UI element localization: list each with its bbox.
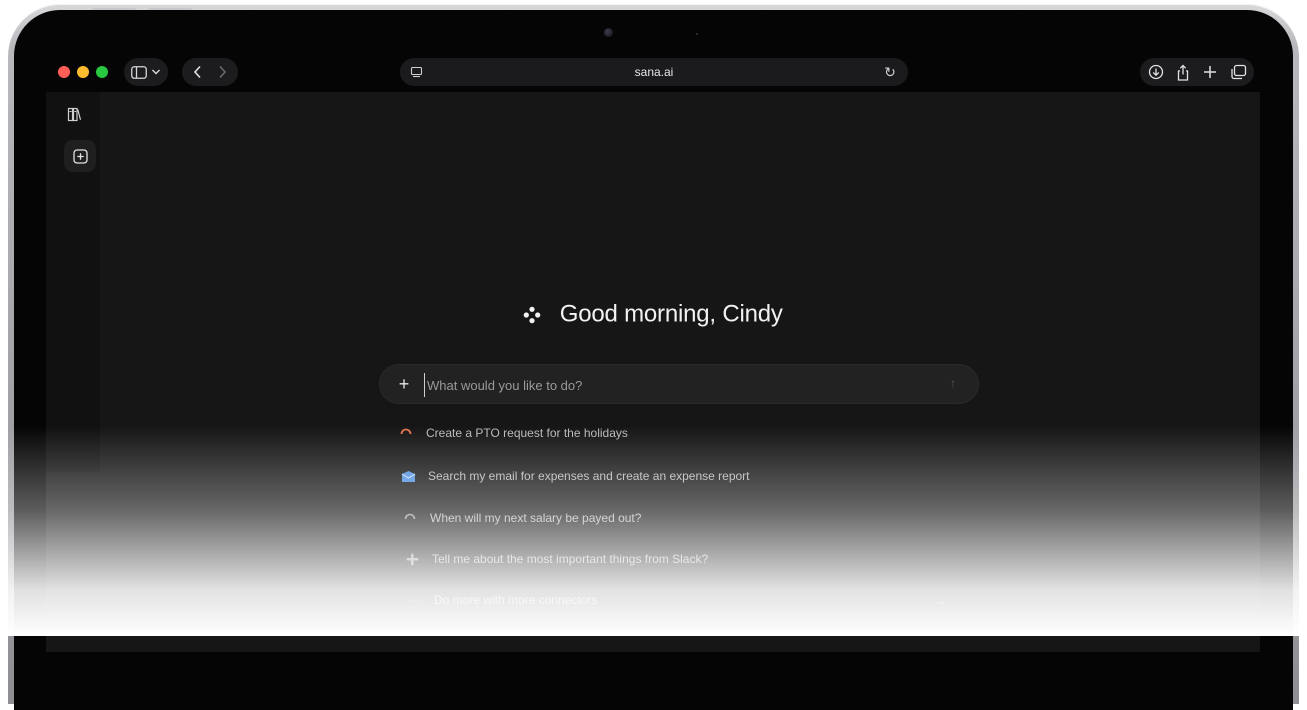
share-icon[interactable] — [1174, 64, 1192, 82]
send-arrow-icon[interactable]: ↑ — [946, 376, 960, 390]
suggestion-item[interactable]: Create a PTO request for the holidays — [398, 422, 628, 444]
suggestion-item[interactable]: Tell me about the most important things … — [404, 548, 708, 570]
slack-icon — [404, 551, 420, 567]
browser-toolbar: sana.ai ↻ — [46, 52, 1260, 92]
minimize-window-button[interactable] — [77, 66, 89, 78]
navigation-buttons — [182, 58, 238, 86]
zoom-window-button[interactable] — [96, 66, 108, 78]
sidebar-toggle-button[interactable] — [124, 58, 168, 86]
arrow-right-icon[interactable]: → — [934, 589, 947, 611]
back-arrow-icon[interactable] — [192, 65, 204, 79]
add-attachment-icon[interactable]: + — [396, 374, 412, 394]
sana-logo-icon — [523, 306, 541, 323]
page-viewport: Good morning, Cindy + ↑ Create a PTO req… — [46, 92, 1260, 652]
reload-icon[interactable]: ↻ — [882, 64, 898, 80]
download-icon[interactable] — [1147, 64, 1165, 82]
sidebar-toggle-icon — [131, 65, 147, 79]
suggestion-label: Do more with more connectors — [434, 593, 598, 607]
close-window-button[interactable] — [58, 66, 70, 78]
new-tab-icon[interactable] — [1201, 64, 1219, 82]
prompt-input[interactable] — [424, 373, 929, 397]
email-icon — [400, 468, 416, 484]
new-chat-button[interactable] — [64, 140, 96, 172]
forward-arrow-icon[interactable] — [216, 65, 228, 79]
url-text: sana.ai — [634, 65, 674, 79]
pto-icon — [398, 425, 414, 441]
suggestion-item[interactable]: Search my email for expenses and create … — [400, 465, 750, 487]
page-settings-icon[interactable] — [410, 65, 424, 79]
suggestion-label: Create a PTO request for the holidays — [426, 426, 628, 440]
library-icon — [67, 107, 81, 121]
suggestion-label: Search my email for expenses and create … — [428, 469, 750, 483]
tab-overview-icon[interactable] — [1229, 64, 1247, 82]
app-sidebar — [46, 92, 100, 472]
prompt-box: + ↑ — [380, 365, 978, 403]
suggestion-item[interactable]: When will my next salary be payed out? — [402, 507, 641, 529]
suggestion-item[interactable]: ⋯ Do more with more connectors — [406, 589, 597, 611]
chevron-down-icon — [152, 69, 160, 75]
greeting-text: Good morning, Cindy — [559, 300, 783, 328]
suggestion-label: When will my next salary be payed out? — [430, 511, 642, 525]
salary-icon — [402, 510, 418, 526]
more-icon: ⋯ — [408, 593, 420, 607]
greeting-heading: Good morning, Cindy — [46, 300, 1260, 329]
address-bar[interactable]: sana.ai ↻ — [400, 58, 908, 86]
camera-sensor — [696, 33, 698, 35]
new-chat-icon — [72, 148, 88, 164]
camera-icon — [604, 28, 613, 37]
suggestion-label: Tell me about the most important things … — [432, 552, 709, 566]
library-button[interactable] — [58, 98, 90, 130]
